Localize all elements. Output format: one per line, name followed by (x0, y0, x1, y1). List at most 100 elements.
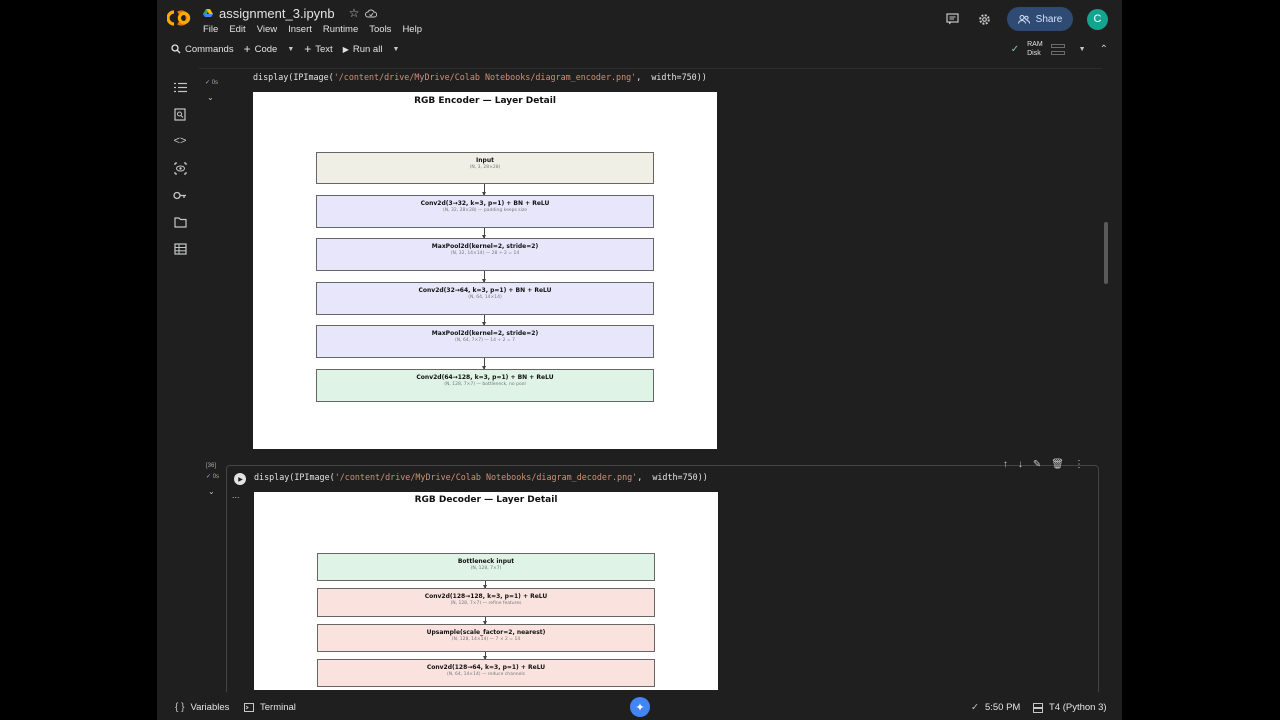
runtime-status[interactable]: T4 (Python 3) (1033, 702, 1107, 713)
data-table-icon[interactable] (173, 242, 187, 256)
collapse-output-chevron-icon[interactable]: ⌄ (208, 487, 215, 496)
variables-button[interactable]: { } Variables (175, 702, 229, 713)
exec-count: [36] (206, 463, 217, 469)
check-icon: ✓ (971, 702, 979, 713)
cloud-saved-icon[interactable] (365, 9, 378, 18)
exec-time: 0s (212, 474, 220, 480)
delete-trash-icon[interactable]: 🗑 (1051, 459, 1064, 470)
terminal-button[interactable]: Terminal (244, 702, 296, 713)
notebook-area[interactable]: ✓ 0s ⌄ display(IPImage('/content/drive/M… (199, 68, 1102, 692)
layer-shape: (N, 32, 28×28) — padding keeps size (443, 208, 527, 213)
layer-box: Conv2d(3→32, k=3, p=1) + BN + ReLU (N, 32… (316, 195, 654, 228)
code-cell-decoder[interactable]: [36] ✓ 0s ⌄ ▶ display(IPImage('/content/… (206, 459, 1099, 692)
chevron-down-icon[interactable]: ▼ (392, 46, 399, 53)
resource-monitor[interactable]: ✓ RAM Disk ▼ ⌃ (1011, 40, 1108, 58)
menu-runtime[interactable]: Runtime (323, 24, 358, 35)
arrow (483, 617, 487, 625)
star-icon[interactable]: ☆ (349, 6, 360, 20)
output-menu-icon[interactable]: ... (232, 490, 240, 500)
layer-shape: (N, 3, 28×28) (469, 165, 501, 170)
run-all-button[interactable]: ▶ Run all ▼ (343, 44, 400, 55)
exec-status: ✓ 0s (206, 473, 219, 480)
chevron-down-icon[interactable]: ▼ (287, 46, 294, 53)
layer-shape: (N, 64, 7×7) — 14 ÷ 2 = 7 (455, 338, 515, 343)
menu-help[interactable]: Help (402, 24, 422, 35)
gemini-sparkle-icon[interactable]: ✦ (630, 697, 650, 717)
share-button[interactable]: Share (1007, 7, 1073, 31)
user-avatar[interactable]: C (1087, 8, 1108, 30)
menu-insert[interactable]: Insert (288, 24, 312, 35)
ram-label: RAM (1027, 41, 1043, 48)
notebook-scrollbar[interactable] (1104, 222, 1108, 284)
notebook-toolbar: Commands + Code ▼ + Text ▶ Run all ▼ (171, 42, 399, 56)
menu-file[interactable]: File (203, 24, 218, 35)
run-cell-button[interactable]: ▶ (234, 473, 246, 485)
status-bar: { } Variables Terminal ✦ ✓ 5:50 PM T4 (P… (157, 696, 1122, 720)
code-args: , width=750)) (637, 472, 708, 482)
cell-toolbar: ↑ ↓ ✎ 🗑 ⋮ (1003, 459, 1084, 470)
colab-logo-icon[interactable] (167, 9, 193, 27)
layer-box: Upsample(scale_factor=2, nearest) (N, 128… (317, 624, 655, 652)
table-of-contents-icon[interactable] (173, 80, 187, 94)
more-vert-icon[interactable]: ⋮ (1074, 459, 1084, 470)
resource-bars (1050, 43, 1065, 55)
connected-check-icon: ✓ (1010, 43, 1020, 55)
code-call: display(IPImage( (254, 472, 335, 482)
chevron-down-icon[interactable]: ▼ (1079, 46, 1086, 53)
move-down-icon[interactable]: ↓ (1018, 459, 1023, 470)
play-icon: ▶ (342, 44, 349, 54)
disk-label: Disk (1027, 50, 1041, 57)
settings-gear-icon[interactable] (975, 10, 993, 28)
layer-name: Conv2d(128→64, k=3, p=1) + ReLU (426, 664, 546, 671)
people-icon (1017, 14, 1030, 24)
comments-icon[interactable] (943, 10, 961, 28)
runtime-label: T4 (Python 3) (1049, 702, 1107, 713)
code-path-string: '/content/drive/MyDrive/Colab Notebooks/… (334, 472, 638, 482)
run-all-label: Run all (352, 43, 383, 55)
layer-box: Bottleneck input (N, 128, 7×7) (317, 553, 655, 581)
edit-pen-icon[interactable]: ✎ (1033, 459, 1041, 470)
drive-icon (203, 8, 213, 17)
last-run-status[interactable]: ✓ 5:50 PM (971, 702, 1020, 713)
code-args: , width=750)) (636, 72, 707, 82)
plus-icon: + (304, 42, 312, 56)
layer-shape: (N, 128, 7×7) — bottleneck, no pool (444, 382, 526, 387)
collapse-output-chevron-icon[interactable]: ⌄ (207, 93, 214, 102)
folder-icon[interactable] (173, 215, 187, 229)
notebook-filename[interactable]: assignment_3.ipynb (219, 6, 335, 21)
layer-name: Conv2d(3→32, k=3, p=1) + BN + ReLU (420, 200, 550, 207)
add-text-button[interactable]: + Text (304, 42, 332, 56)
side-rail: <> (165, 70, 194, 690)
key-icon[interactable] (173, 188, 187, 202)
move-up-icon[interactable]: ↑ (1003, 459, 1008, 470)
add-code-button[interactable]: + Code ▼ (244, 42, 295, 56)
layer-name: MaxPool2d(kernel=2, stride=2) (431, 330, 539, 337)
commands-button[interactable]: Commands (171, 44, 234, 55)
layer-shape: (N, 128, 7×7) — refine features (450, 601, 522, 606)
decoder-diagram-image: RGB Decoder — Layer Detail Bottleneck in… (254, 492, 718, 690)
layer-box: Input (N, 3, 28×28) (316, 152, 654, 184)
plus-icon: + (243, 42, 251, 56)
collapse-header-icon[interactable]: ⌃ (1100, 44, 1108, 55)
header-actions: Share C (943, 7, 1108, 31)
arrow (482, 315, 486, 326)
share-label: Share (1035, 13, 1063, 25)
exec-status: ✓ 0s (205, 79, 218, 86)
layer-shape: (N, 128, 14×14) — 7 × 2 = 14 (451, 637, 521, 642)
arrow (482, 271, 486, 283)
code-line[interactable]: display(IPImage('/content/drive/MyDrive/… (254, 472, 708, 482)
layer-name: Input (476, 157, 494, 164)
layer-box: Conv2d(64→128, k=3, p=1) + BN + ReLU (N, … (316, 369, 654, 402)
code-cell-encoder[interactable]: ✓ 0s ⌄ display(IPImage('/content/drive/M… (205, 69, 1099, 457)
layer-shape: (N, 32, 14×14) — 28 ÷ 2 = 14 (450, 251, 520, 256)
menu-tools[interactable]: Tools (369, 24, 391, 35)
menu-view[interactable]: View (257, 24, 277, 35)
find-replace-icon[interactable] (173, 107, 187, 121)
menu-edit[interactable]: Edit (229, 24, 245, 35)
layer-box: Conv2d(32→64, k=3, p=1) + BN + ReLU (N, 6… (316, 282, 654, 315)
layer-shape: (N, 64, 14×14) (468, 295, 502, 300)
code-line[interactable]: display(IPImage('/content/drive/MyDrive/… (253, 72, 707, 82)
code-snippets-icon[interactable]: <> (173, 134, 187, 148)
secrets-eye-icon[interactable] (173, 161, 187, 175)
exec-time: 0s (211, 80, 219, 86)
